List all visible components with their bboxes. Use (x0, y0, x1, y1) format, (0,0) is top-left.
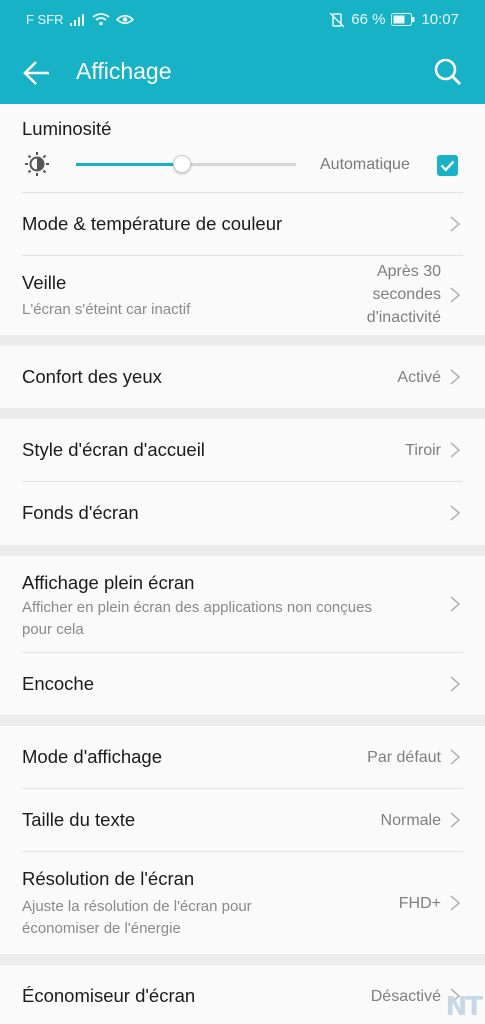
chevron-right-icon (450, 216, 461, 232)
chevron-right-icon (450, 287, 461, 303)
chevron-right-icon (450, 442, 461, 458)
resolution-value: FHD+ (398, 895, 441, 912)
screensaver-value: Désactivé (370, 988, 441, 1005)
search-icon[interactable] (433, 57, 463, 87)
auto-brightness-label: Automatique (320, 156, 410, 173)
sleep-row[interactable]: Veille L'écran s'éteint car inactif Aprè… (0, 256, 485, 335)
sleep-description: L'écran s'éteint car inactif (22, 301, 191, 318)
home-style-value: Tiroir (405, 442, 441, 459)
battery-icon (391, 13, 415, 26)
resolution-label: Résolution de l'écran (22, 868, 195, 889)
chevron-right-icon (450, 749, 461, 765)
brightness-slider[interactable] (76, 155, 296, 173)
status-bar: F SFR 66 % 10:07 (0, 0, 485, 40)
chevron-right-icon (450, 676, 461, 692)
chevron-right-icon (450, 812, 461, 828)
auto-brightness-checkbox[interactable] (437, 155, 458, 176)
resolution-row[interactable]: Résolution de l'écran Ajuste la résoluti… (0, 852, 485, 954)
sleep-value-line: d'inactivité (366, 309, 441, 326)
checkmark-icon (440, 160, 455, 172)
chevron-right-icon (450, 505, 461, 521)
fullscreen-description: Afficher en plein écran des applications… (22, 597, 432, 641)
display-mode-row[interactable]: Mode d'affichage Par défaut (0, 726, 485, 788)
chevron-right-icon (450, 596, 461, 612)
chevron-right-icon (450, 369, 461, 385)
eye-comfort-value: Activé (397, 369, 441, 386)
sleep-value: Après 30 secondes d'inactivité (367, 260, 441, 329)
wallpaper-row[interactable]: Fonds d'écran (0, 482, 485, 545)
vibrate-mute-icon (329, 11, 345, 28)
battery-percent: 66 % (351, 11, 386, 28)
screensaver-label: Économiseur d'écran (22, 985, 196, 1006)
text-size-label: Taille du texte (22, 809, 136, 830)
fullscreen-description-line: pour cela (22, 621, 84, 638)
text-size-value: Normale (380, 812, 441, 829)
display-mode-label: Mode d'affichage (22, 746, 162, 767)
back-arrow-icon[interactable] (20, 56, 54, 90)
fullscreen-row[interactable]: Affichage plein écran Afficher en plein … (0, 556, 485, 652)
watermark-logo: NT (445, 992, 483, 1022)
home-style-label: Style d'écran d'accueil (22, 439, 205, 460)
notch-row[interactable]: Encoche (0, 653, 485, 715)
fullscreen-description-line: Afficher en plein écran des applications… (22, 599, 372, 616)
sleep-value-line: secondes (372, 286, 442, 303)
brightness-slider-thumb[interactable] (172, 155, 191, 173)
eye-comfort-row[interactable]: Confort des yeux Activé (0, 346, 485, 408)
brightness-icon (25, 152, 49, 176)
resolution-description: Ajuste la résolution de l'écran pour éco… (22, 896, 362, 940)
sleep-value-line: Après 30 (376, 263, 441, 280)
resolution-description-line: Ajuste la résolution de l'écran pour (22, 898, 252, 915)
page-title: Affichage (76, 58, 172, 84)
eye-comfort-label: Confort des yeux (22, 366, 162, 387)
color-mode-row[interactable]: Mode & température de couleur (0, 193, 485, 255)
wifi-icon (92, 13, 110, 26)
screensaver-row[interactable]: Économiseur d'écran Désactivé (0, 965, 485, 1024)
text-size-row[interactable]: Taille du texte Normale (0, 789, 485, 851)
brightness-slider-fill (76, 163, 182, 166)
sleep-label: Veille (22, 272, 67, 293)
wallpaper-label: Fonds d'écran (22, 502, 139, 523)
brightness-label: Luminosité (22, 118, 112, 139)
home-style-row[interactable]: Style d'écran d'accueil Tiroir (0, 419, 485, 481)
app-bar: Affichage (0, 40, 485, 104)
chevron-right-icon (450, 895, 461, 911)
fullscreen-label: Affichage plein écran (22, 572, 195, 593)
display-mode-value: Par défaut (367, 749, 441, 766)
notch-label: Encoche (22, 673, 94, 694)
color-mode-label: Mode & température de couleur (22, 213, 283, 234)
clock: 10:07 (421, 11, 459, 28)
eye-icon (115, 14, 134, 25)
signal-icon (69, 13, 84, 26)
resolution-description-line: économiser de l'énergie (22, 920, 181, 937)
carrier-label: F SFR (26, 12, 64, 27)
